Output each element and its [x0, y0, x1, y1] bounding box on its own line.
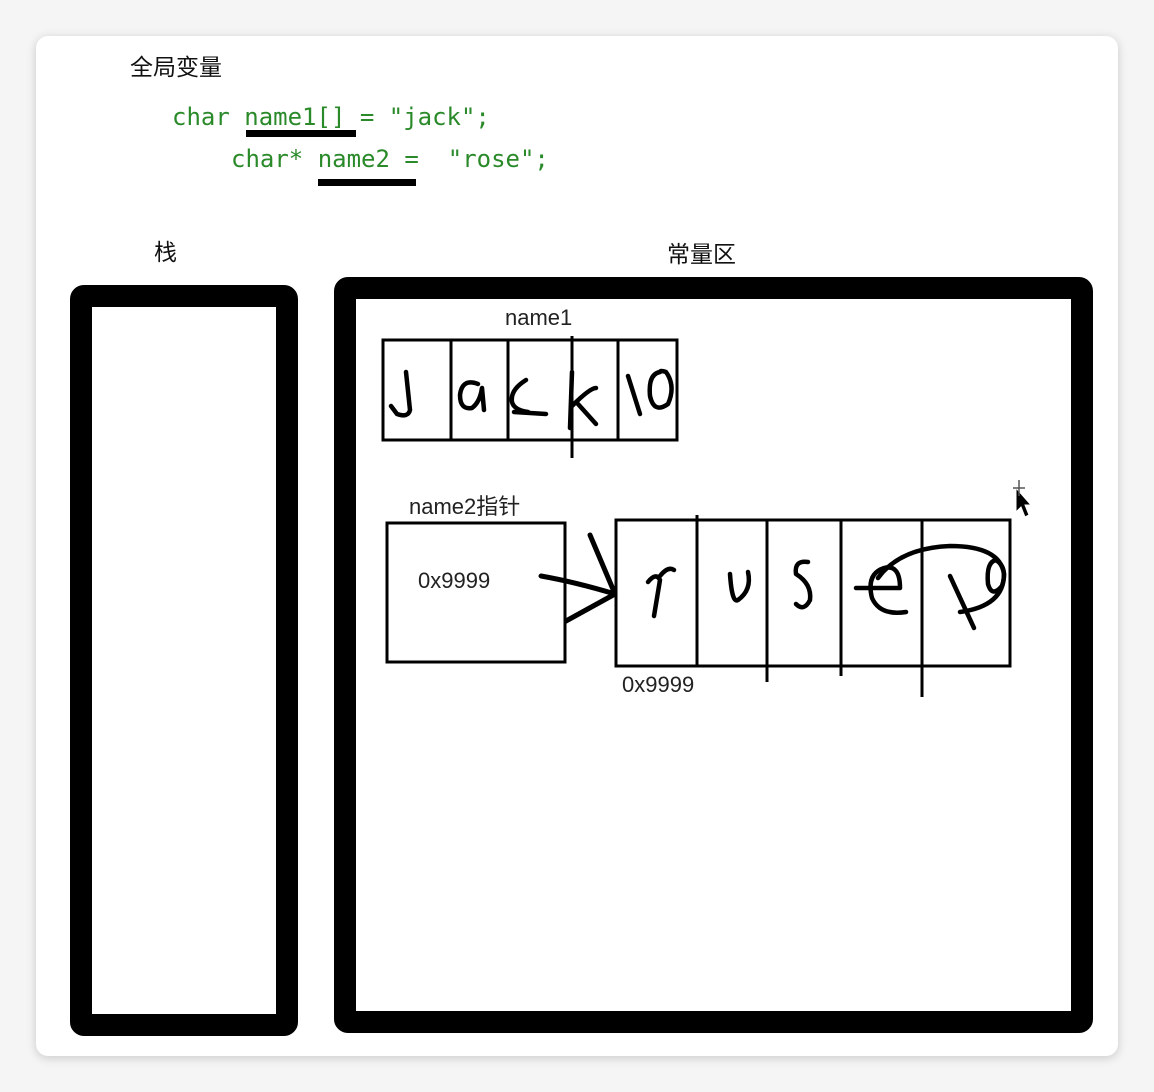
underline-name2: [318, 179, 416, 186]
pointer-arrow: [538, 532, 618, 624]
name2-pointer-box: [385, 521, 567, 664]
name2-handwriting: [645, 543, 1007, 631]
cursor-icon: [1013, 480, 1033, 518]
name2-array: [614, 515, 1012, 697]
underline-name1: [246, 130, 356, 137]
constant-area-box: [334, 277, 1093, 1033]
stack-box: [70, 285, 298, 1036]
diagram-drawing: [70, 130, 1093, 1036]
name1-handwriting: [388, 368, 674, 431]
